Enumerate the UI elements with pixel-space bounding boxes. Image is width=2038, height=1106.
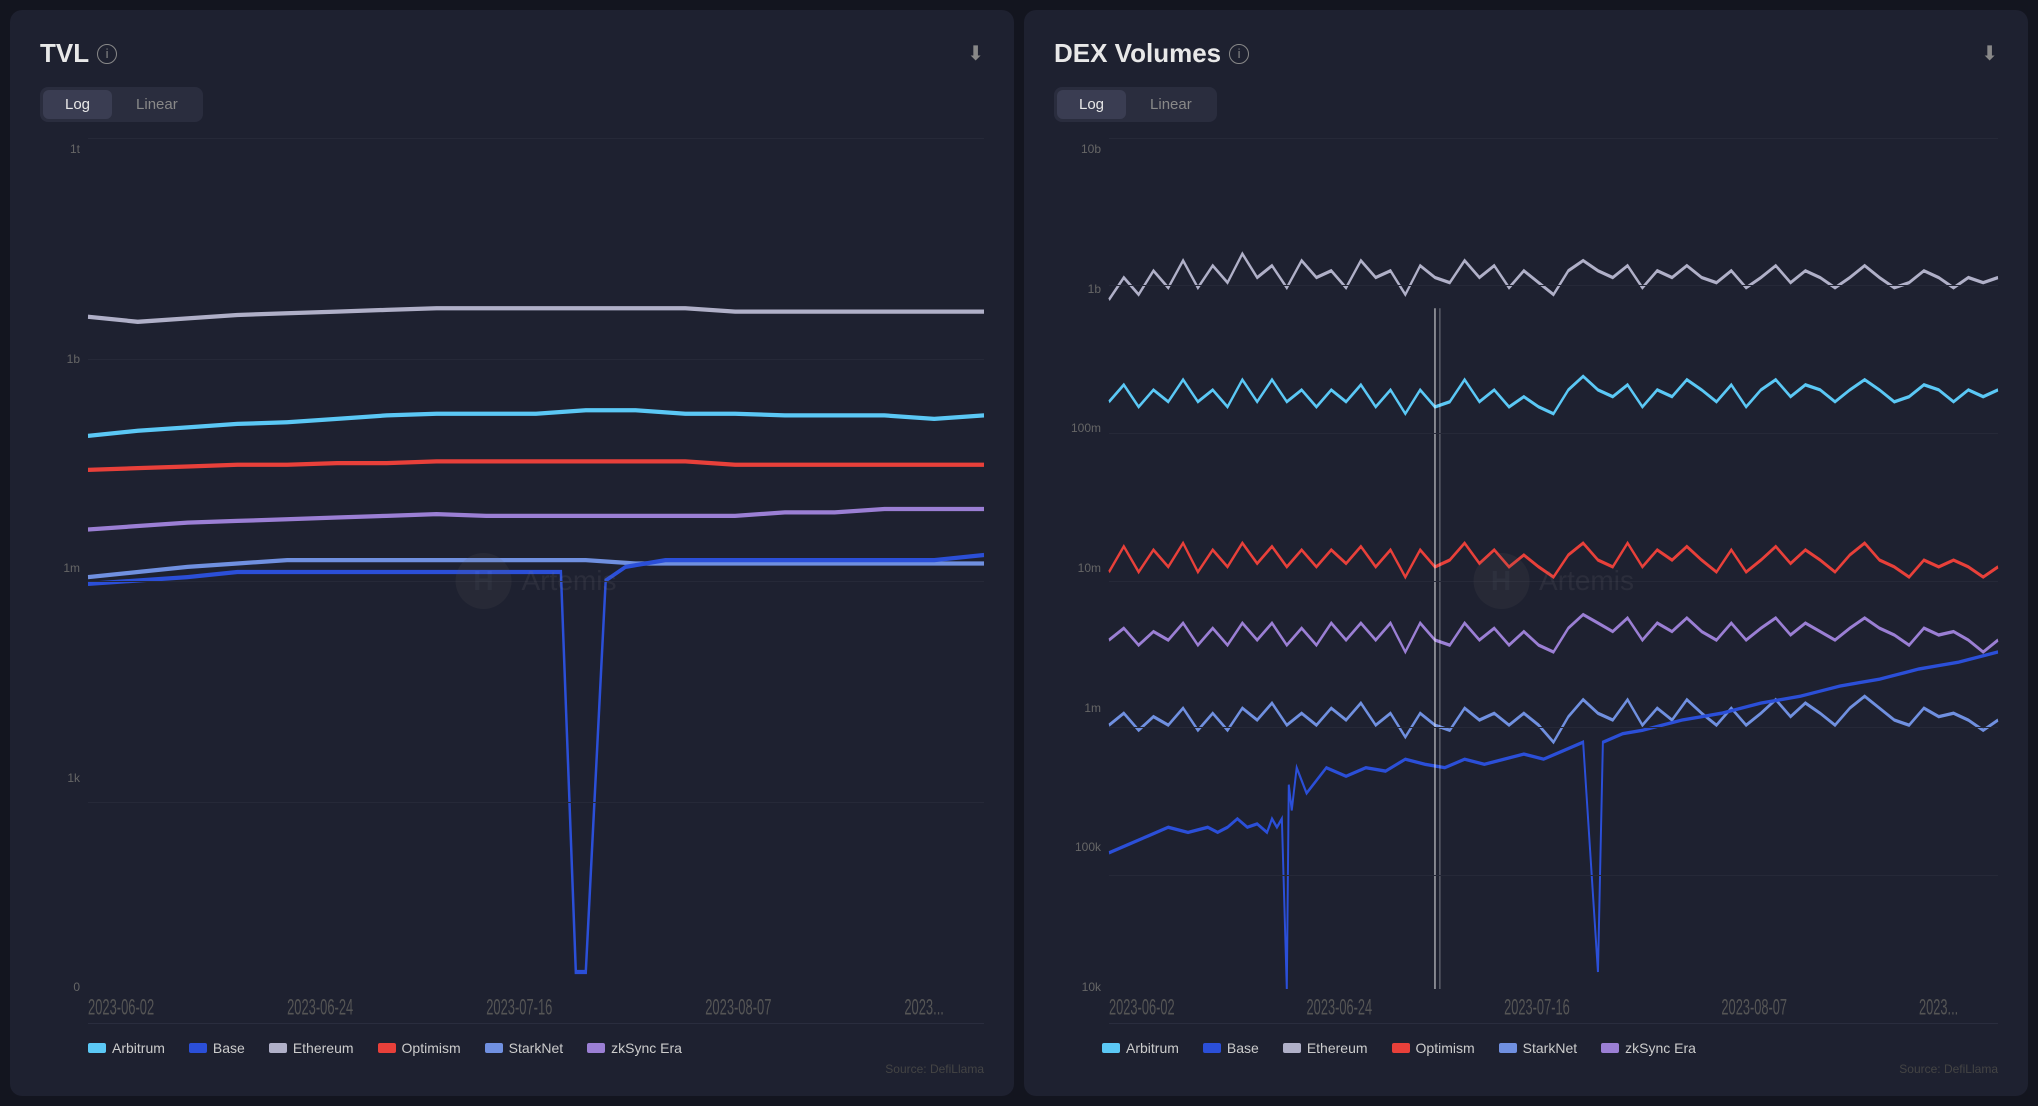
dex-title: DEX Volumes i <box>1054 38 1249 69</box>
grid-line <box>1109 433 1998 434</box>
tvl-legend: Arbitrum Base Ethereum Optimism StarkNet… <box>40 1040 984 1056</box>
tvl-download-icon[interactable]: ⬇ <box>967 41 984 66</box>
dex-info-icon[interactable]: i <box>1229 44 1249 64</box>
grid-line <box>1109 581 1998 582</box>
dex-log-btn[interactable]: Log <box>1057 90 1126 119</box>
grid-line <box>1109 875 1998 876</box>
dex-legend-base-color <box>1203 1043 1221 1053</box>
dex-legend-arbitrum-color <box>1102 1043 1120 1053</box>
dex-header: DEX Volumes i ⬇ <box>1054 38 1998 69</box>
grid-line <box>88 802 984 803</box>
dex-legend: Arbitrum Base Ethereum Optimism StarkNet… <box>1054 1040 1998 1056</box>
svg-text:2023-08-07: 2023-08-07 <box>1721 995 1787 1019</box>
dex-legend-base: Base <box>1203 1040 1259 1056</box>
tvl-info-icon[interactable]: i <box>97 44 117 64</box>
svg-text:2023-06-02: 2023-06-02 <box>88 995 154 1019</box>
tvl-toggle-group: Log Linear <box>40 87 203 122</box>
tvl-title-text: TVL <box>40 38 89 69</box>
tvl-log-btn[interactable]: Log <box>43 90 112 119</box>
legend-ethereum: Ethereum <box>269 1040 354 1056</box>
dex-chart-area: 10b 1b 100m 10m 1m 100k 10k H Artemi <box>1054 138 1998 1024</box>
legend-ethereum-color <box>269 1043 287 1053</box>
dex-panel: DEX Volumes i ⬇ Log Linear 10b 1b 100m 1… <box>1024 10 2028 1096</box>
tvl-panel: TVL i ⬇ Log Linear 1t 1b 1m 1k 0 <box>10 10 1014 1096</box>
legend-arbitrum-color <box>88 1043 106 1053</box>
dex-chart-inner: H Artemis <box>1109 138 1998 1024</box>
tvl-y-axis: 1t 1b 1m 1k 0 <box>40 138 88 1024</box>
dex-download-icon[interactable]: ⬇ <box>1981 41 1998 66</box>
legend-starknet: StarkNet <box>485 1040 563 1056</box>
grid-line <box>88 138 984 139</box>
svg-text:2023-06-24: 2023-06-24 <box>1307 995 1373 1019</box>
legend-optimism: Optimism <box>378 1040 461 1056</box>
dex-toggle-group: Log Linear <box>1054 87 1217 122</box>
tvl-source: Source: DefiLlama <box>40 1062 984 1076</box>
dex-legend-optimism-color <box>1392 1043 1410 1053</box>
svg-text:2023-07-16: 2023-07-16 <box>1504 995 1570 1019</box>
svg-text:2023-07-16: 2023-07-16 <box>486 995 552 1019</box>
dex-title-text: DEX Volumes <box>1054 38 1221 69</box>
grid-line <box>1109 727 1998 728</box>
dex-legend-zksync-color <box>1601 1043 1619 1053</box>
legend-base: Base <box>189 1040 245 1056</box>
grid-line <box>1109 138 1998 139</box>
dex-linear-btn[interactable]: Linear <box>1128 90 1214 119</box>
tvl-chart-inner: H Artemis <box>88 138 984 1024</box>
legend-zksync: zkSync Era <box>587 1040 682 1056</box>
svg-text:2023...: 2023... <box>904 995 944 1019</box>
tvl-linear-btn[interactable]: Linear <box>114 90 200 119</box>
grid-line <box>88 359 984 360</box>
legend-base-color <box>189 1043 207 1053</box>
dex-legend-starknet-color <box>1499 1043 1517 1053</box>
svg-text:2023-06-02: 2023-06-02 <box>1109 995 1175 1019</box>
dex-source: Source: DefiLlama <box>1054 1062 1998 1076</box>
tvl-header: TVL i ⬇ <box>40 38 984 69</box>
tvl-chart-area: 1t 1b 1m 1k 0 H Artemis <box>40 138 984 1024</box>
dex-legend-ethereum: Ethereum <box>1283 1040 1368 1056</box>
tvl-title: TVL i <box>40 38 117 69</box>
grid-line <box>1109 285 1998 286</box>
dex-y-axis: 10b 1b 100m 10m 1m 100k 10k <box>1054 138 1109 1024</box>
dex-legend-starknet: StarkNet <box>1499 1040 1577 1056</box>
legend-arbitrum: Arbitrum <box>88 1040 165 1056</box>
grid-line <box>88 581 984 582</box>
svg-text:2023-08-07: 2023-08-07 <box>705 995 771 1019</box>
dex-legend-zksync: zkSync Era <box>1601 1040 1696 1056</box>
svg-text:2023-06-24: 2023-06-24 <box>287 995 353 1019</box>
dex-legend-ethereum-color <box>1283 1043 1301 1053</box>
legend-optimism-color <box>378 1043 396 1053</box>
dex-legend-arbitrum: Arbitrum <box>1102 1040 1179 1056</box>
dex-legend-optimism: Optimism <box>1392 1040 1475 1056</box>
charts-container: TVL i ⬇ Log Linear 1t 1b 1m 1k 0 <box>0 0 2038 1106</box>
svg-text:2023...: 2023... <box>1919 995 1958 1019</box>
legend-zksync-color <box>587 1043 605 1053</box>
legend-starknet-color <box>485 1043 503 1053</box>
